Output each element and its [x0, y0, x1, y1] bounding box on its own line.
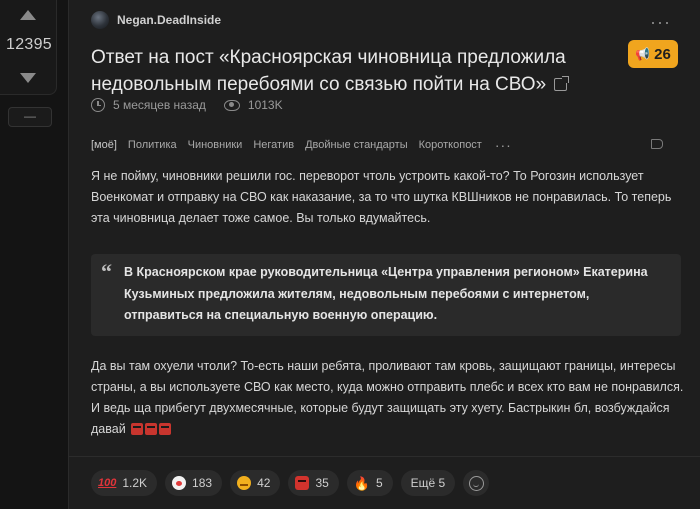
- post-views: 1013K: [247, 98, 283, 112]
- collapse-button[interactable]: —: [8, 107, 52, 127]
- tag-item[interactable]: Короткопост: [419, 139, 482, 151]
- clown-icon: [172, 476, 187, 490]
- tag-item[interactable]: Политика: [128, 139, 177, 151]
- hundred-icon: 100: [98, 476, 117, 489]
- comments-count: 26: [654, 45, 671, 63]
- post-paragraph: Я не пойму, чиновники решили гос. перево…: [91, 169, 672, 225]
- smile-icon: [468, 475, 484, 491]
- rating-column: 12395 —: [0, 0, 60, 509]
- post-time: 5 месяцев назад: [113, 98, 206, 112]
- rating-score: 12395: [6, 36, 52, 53]
- reaction-count: 1.2K: [122, 476, 148, 490]
- tag-item[interactable]: [моё]: [91, 139, 117, 151]
- angry-icon: [295, 476, 310, 490]
- external-link-icon[interactable]: [554, 76, 570, 91]
- post-menu-icon[interactable]: ···: [650, 12, 671, 33]
- clock-icon: [91, 98, 105, 112]
- post-author[interactable]: Negan.DeadInside: [91, 10, 221, 30]
- comments-button[interactable]: 📢 26: [628, 40, 678, 68]
- more-reactions-button[interactable]: Ещё 5: [400, 470, 456, 496]
- author-name[interactable]: Negan.DeadInside: [117, 13, 221, 27]
- upvote-arrow-icon[interactable]: [20, 10, 36, 20]
- reaction-count: 42: [257, 476, 271, 490]
- post-title[interactable]: Ответ на пост «Красноярская чиновница пр…: [91, 44, 591, 98]
- post-meta: 5 месяцев назад 1013K: [91, 98, 283, 112]
- avatar[interactable]: [91, 11, 109, 29]
- add-reaction-button[interactable]: [463, 470, 490, 496]
- reaction-clown[interactable]: 183: [165, 470, 223, 496]
- tags-more-icon[interactable]: ···: [495, 137, 512, 153]
- angry-face-icon: [159, 423, 172, 435]
- tag-item[interactable]: Двойные стандарты: [305, 139, 408, 151]
- fire-icon: 🔥: [353, 475, 370, 491]
- downvote-arrow-icon[interactable]: [20, 73, 36, 83]
- post-title-text[interactable]: Ответ на пост «Красноярская чиновница пр…: [91, 47, 566, 95]
- tag-icon[interactable]: [651, 139, 663, 149]
- grin-icon: [237, 476, 252, 490]
- post-quote: “ В Красноярском крае руководительница «…: [91, 254, 681, 336]
- reactions-bar: 100 1.2K 183 42 35 🔥 5 Ещё 5: [91, 470, 490, 496]
- vote-box: 12395: [0, 0, 57, 95]
- reaction-angry[interactable]: 35: [288, 470, 339, 496]
- tag-item[interactable]: Чиновники: [188, 139, 243, 151]
- post-paragraph-2: Да вы там охуели чтоли? То-есть наши реб…: [91, 356, 689, 440]
- megaphone-icon: 📢: [635, 47, 651, 61]
- post-card: Negan.DeadInside ··· Ответ на пост «Крас…: [68, 0, 700, 509]
- divider: [69, 456, 700, 457]
- quote-text: В Красноярском крае руководительница «Це…: [124, 265, 648, 322]
- tag-item[interactable]: Негатив: [253, 139, 294, 151]
- reaction-fire[interactable]: 🔥 5: [346, 470, 393, 496]
- angry-face-icon: [145, 423, 158, 435]
- reaction-grin[interactable]: 42: [230, 470, 281, 496]
- reaction-count: 5: [375, 476, 383, 490]
- reaction-count: 35: [315, 476, 329, 490]
- angry-face-icon: [131, 423, 144, 435]
- quote-icon: “: [101, 259, 112, 284]
- tag-list: [моё] Политика Чиновники Негатив Двойные…: [91, 137, 512, 153]
- reaction-count: 183: [192, 476, 213, 490]
- reaction-hundred[interactable]: 100 1.2K: [91, 470, 158, 496]
- eye-icon: [223, 99, 240, 111]
- post-paragraph-text: Да вы там охуели чтоли? То-есть наши реб…: [91, 359, 684, 436]
